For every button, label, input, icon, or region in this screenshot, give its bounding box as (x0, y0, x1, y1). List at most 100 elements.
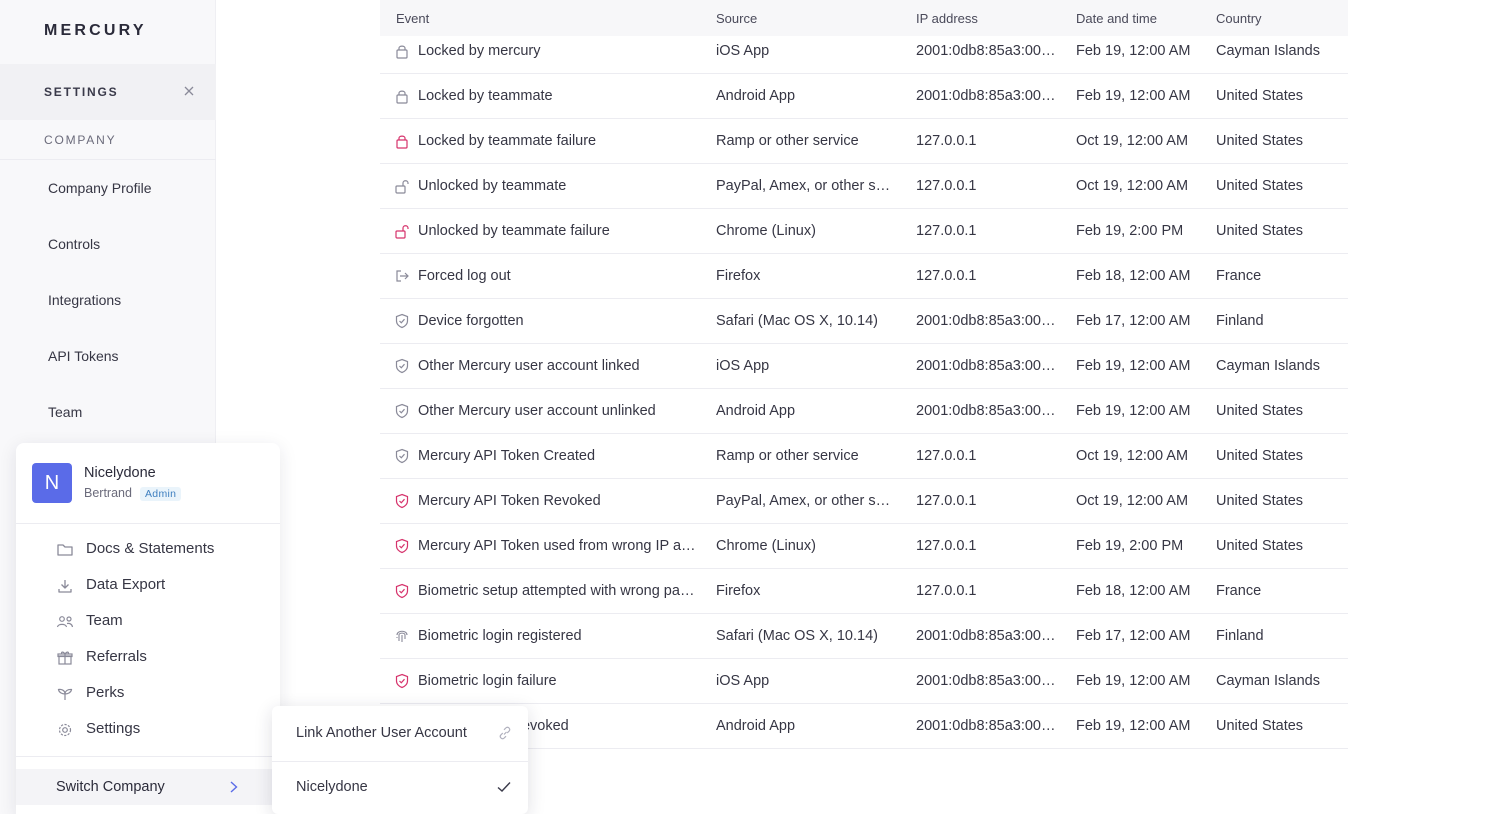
menu-item-referrals[interactable]: Referrals (56, 647, 276, 669)
source-cell: Safari (Mac OS X, 10.14) (716, 628, 878, 644)
table-row[interactable]: Biometric login failure iOS App 2001:0db8:… (380, 659, 1348, 704)
date-time-cell: Feb 18, 12:00 AM (1076, 583, 1191, 599)
menu-item-data-export[interactable]: Data Export (56, 575, 276, 597)
ip-address-cell: 127.0.0.1 (916, 178, 977, 194)
ip-address-cell: 2001:0db8:85a3:0000:0000:8a2e:0370:7334 (916, 628, 1058, 644)
shield-check-icon (394, 313, 410, 329)
table-row[interactable]: Locked by teammate Android App 2001:0db8:8… (380, 74, 1348, 119)
date-time-cell: Oct 19, 12:00 AM (1076, 178, 1189, 194)
ip-address-cell: 127.0.0.1 (916, 448, 977, 464)
shield-alert-icon (394, 538, 410, 554)
switch-company-submenu: Link Another User Account Nicelydone (272, 706, 528, 814)
fingerprint-icon (394, 628, 410, 644)
sidebar-item-team[interactable]: Team (48, 404, 82, 420)
column-header-ip: IP address (916, 11, 978, 26)
menu-item-label: Settings (86, 720, 141, 737)
account-user-name: Bertrand (84, 486, 132, 500)
divider (16, 756, 280, 757)
shield-alert-icon (394, 673, 410, 689)
ip-address-cell: 2001:0db8:85a3:0000:0000:8a2e:0370:7334 (916, 718, 1058, 734)
menu-item-team[interactable]: Team (56, 611, 276, 633)
menu-item-docs-statements[interactable]: Docs & Statements (56, 539, 276, 561)
source-cell: iOS App (716, 43, 770, 59)
source-cell: Firefox (716, 583, 761, 599)
sidebar-item-company-profile[interactable]: Company Profile (48, 180, 152, 196)
table-row[interactable]: Mercury API Token used from wrong IP add… (380, 524, 1348, 569)
link-icon (497, 726, 513, 740)
country-cell: United States (1216, 403, 1304, 419)
settings-header: SETTINGS (0, 64, 216, 120)
country-cell: United States (1216, 718, 1304, 734)
ip-address-cell: 2001:0db8:85a3:0000:0000:8a2e:0370:7334 (916, 403, 1058, 419)
gift-icon (56, 650, 74, 666)
download-icon (56, 578, 74, 594)
ip-address-cell: 2001:0db8:85a3:0000:0000:8a2e:0370:7334 (916, 673, 1058, 689)
table-row[interactable]: Locked by mercury iOS App 2001:0db8:85a3:0… (380, 29, 1348, 74)
close-icon[interactable] (182, 84, 196, 98)
date-time-cell: Feb 19, 12:00 AM (1076, 358, 1191, 374)
shield-alert-icon (394, 493, 410, 509)
unlock-icon (394, 178, 410, 194)
divider (16, 523, 280, 524)
source-cell: Safari (Mac OS X, 10.14) (716, 313, 878, 329)
divider (272, 761, 528, 762)
column-header-date: Date and time (1076, 11, 1157, 26)
date-time-cell: Feb 19, 2:00 PM (1076, 223, 1184, 239)
date-time-cell: Feb 19, 12:00 AM (1076, 718, 1191, 734)
date-time-cell: Feb 19, 12:00 AM (1076, 88, 1191, 104)
sidebar-item-api-tokens[interactable]: API Tokens (48, 348, 119, 364)
table-row[interactable]: Other Mercury user account linked iOS App… (380, 344, 1348, 389)
sidebar-item-controls[interactable]: Controls (48, 236, 100, 252)
date-time-cell: Feb 19, 12:00 AM (1076, 673, 1191, 689)
country-cell: United States (1216, 133, 1304, 149)
table-row[interactable]: Forced log out Firefox 127.0.0.1 Feb 18, 12… (380, 254, 1348, 299)
chevron-right-icon (228, 779, 240, 795)
table-row[interactable]: Mercury API Token Created Ramp or other s… (380, 434, 1348, 479)
table-row[interactable]: Other Mercury user account unlinked Andro… (380, 389, 1348, 434)
menu-item-perks[interactable]: Perks (56, 683, 276, 705)
gear-icon (56, 722, 74, 738)
menu-item-label: Perks (86, 684, 125, 701)
link-another-account-option[interactable]: Link Another User Account (296, 725, 467, 741)
company-option-nicelydone[interactable]: Nicelydone (296, 779, 368, 795)
table-row[interactable]: Locked by teammate failure Ramp or other … (380, 119, 1348, 164)
switch-company-button[interactable]: Switch Company (16, 769, 272, 805)
source-cell: PayPal, Amex, or other service (716, 178, 896, 194)
menu-item-label: Referrals (86, 648, 147, 665)
source-cell: Android App (716, 718, 796, 734)
mercury-logo[interactable]: MERCURY (44, 22, 147, 40)
country-cell: United States (1216, 538, 1304, 554)
sprout-icon (56, 686, 74, 702)
source-cell: iOS App (716, 358, 770, 374)
menu-item-settings[interactable]: Settings (56, 719, 276, 741)
checkmark-icon (496, 780, 512, 794)
event-cell: Biometric login failure (418, 673, 557, 689)
table-row[interactable]: Unlocked by teammate PayPal, Amex, or oth… (380, 164, 1348, 209)
lock-icon (394, 88, 410, 104)
source-cell: Android App (716, 403, 796, 419)
country-cell: United States (1216, 448, 1304, 464)
lock-icon (394, 43, 410, 59)
avatar: N (32, 463, 72, 503)
column-header-event: Event (396, 11, 430, 26)
table-row[interactable]: Biometric setup attempted with wrong pas… (380, 569, 1348, 614)
shield-check-icon (394, 358, 410, 374)
country-cell: France (1216, 583, 1262, 599)
event-cell: Forced log out (418, 268, 511, 284)
ip-address-cell: 127.0.0.1 (916, 583, 977, 599)
date-time-cell: Feb 19, 12:00 AM (1076, 43, 1191, 59)
table-row[interactable]: Unlocked by teammate failure Chrome (Linu… (380, 209, 1348, 254)
date-time-cell: Oct 19, 12:00 AM (1076, 448, 1189, 464)
source-cell: Ramp or other service (716, 133, 859, 149)
table-row[interactable]: Device forgotten Safari (Mac OS X, 10.14)… (380, 299, 1348, 344)
table-row[interactable]: Mercury API Token Revoked PayPal, Amex, o… (380, 479, 1348, 524)
table-row[interactable]: Biometric login registered Safari (Mac OS… (380, 614, 1348, 659)
sidebar-item-integrations[interactable]: Integrations (48, 292, 121, 308)
role-badge: Admin (140, 487, 182, 501)
event-cell: Mercury API Token Revoked (418, 493, 601, 509)
shield-alert-icon (394, 583, 410, 599)
company-section-header: COMPANY (0, 120, 216, 160)
settings-title: SETTINGS (44, 85, 119, 99)
country-cell: United States (1216, 88, 1304, 104)
event-cell: Other Mercury user account linked (418, 358, 640, 374)
